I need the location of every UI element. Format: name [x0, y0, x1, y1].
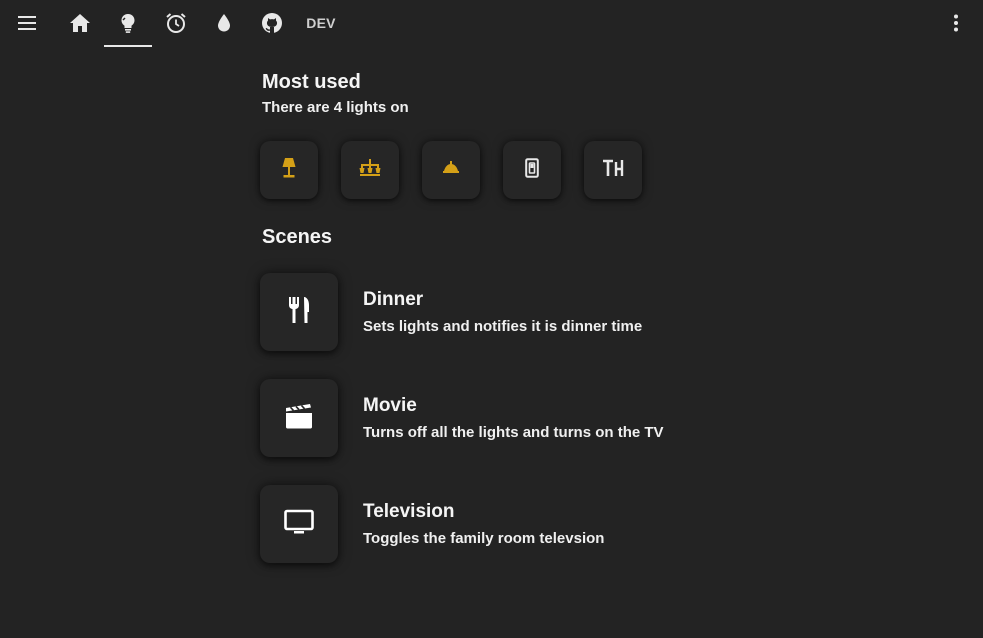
light-switch-icon — [525, 157, 539, 183]
scene-movie[interactable]: Movie Turns off all the lights and turns… — [260, 379, 720, 459]
scene-icon-button[interactable] — [260, 379, 338, 457]
scene-icon-button[interactable] — [260, 485, 338, 563]
lightbulb-icon — [118, 12, 138, 34]
scene-dinner[interactable]: Dinner Sets lights and notifies it is di… — [260, 273, 720, 353]
tab-lights[interactable] — [104, 0, 152, 46]
scene-name: Movie — [363, 395, 417, 416]
scene-icon-button[interactable] — [260, 273, 338, 351]
scene-description: Toggles the family room televsion — [363, 530, 605, 547]
most-used-subtitle: There are 4 lights on — [262, 99, 409, 116]
chandelier-icon — [359, 158, 381, 183]
tab-alarm[interactable] — [152, 0, 200, 46]
scene-description: Turns off all the lights and turns on th… — [363, 424, 664, 441]
scene-description: Sets lights and notifies it is dinner ti… — [363, 318, 643, 335]
menu-button[interactable] — [3, 0, 51, 46]
github-icon — [261, 12, 283, 34]
top-toolbar: DEV — [0, 0, 983, 48]
tab-home[interactable] — [56, 0, 104, 46]
light-button-chandelier[interactable] — [341, 141, 399, 199]
water-drop-icon — [216, 13, 232, 33]
light-button-text-format[interactable] — [584, 141, 642, 199]
scene-name: Dinner — [363, 289, 424, 310]
tab-water[interactable] — [200, 0, 248, 46]
overflow-menu-button[interactable] — [932, 0, 980, 46]
home-icon — [69, 13, 91, 33]
scenes-title: Scenes — [262, 226, 333, 248]
most-used-title: Most used — [262, 71, 361, 93]
light-button-switch[interactable] — [503, 141, 561, 199]
silverware-icon — [286, 296, 312, 329]
tab-dev[interactable]: DEV — [296, 0, 346, 46]
scene-television[interactable]: Television Toggles the family room telev… — [260, 485, 720, 565]
ceiling-light-icon — [442, 160, 460, 181]
clapperboard-icon — [285, 403, 313, 434]
menu-icon — [17, 15, 37, 31]
television-icon — [284, 509, 314, 540]
more-vert-icon — [953, 14, 959, 32]
active-tab-indicator — [104, 45, 152, 47]
text-format-icon — [602, 158, 624, 183]
alarm-clock-icon — [165, 12, 187, 34]
light-button-ceiling-light[interactable] — [422, 141, 480, 199]
scene-name: Television — [363, 501, 455, 522]
tab-github[interactable] — [248, 0, 296, 46]
floor-lamp-icon — [280, 157, 298, 184]
light-button-floor-lamp[interactable] — [260, 141, 318, 199]
